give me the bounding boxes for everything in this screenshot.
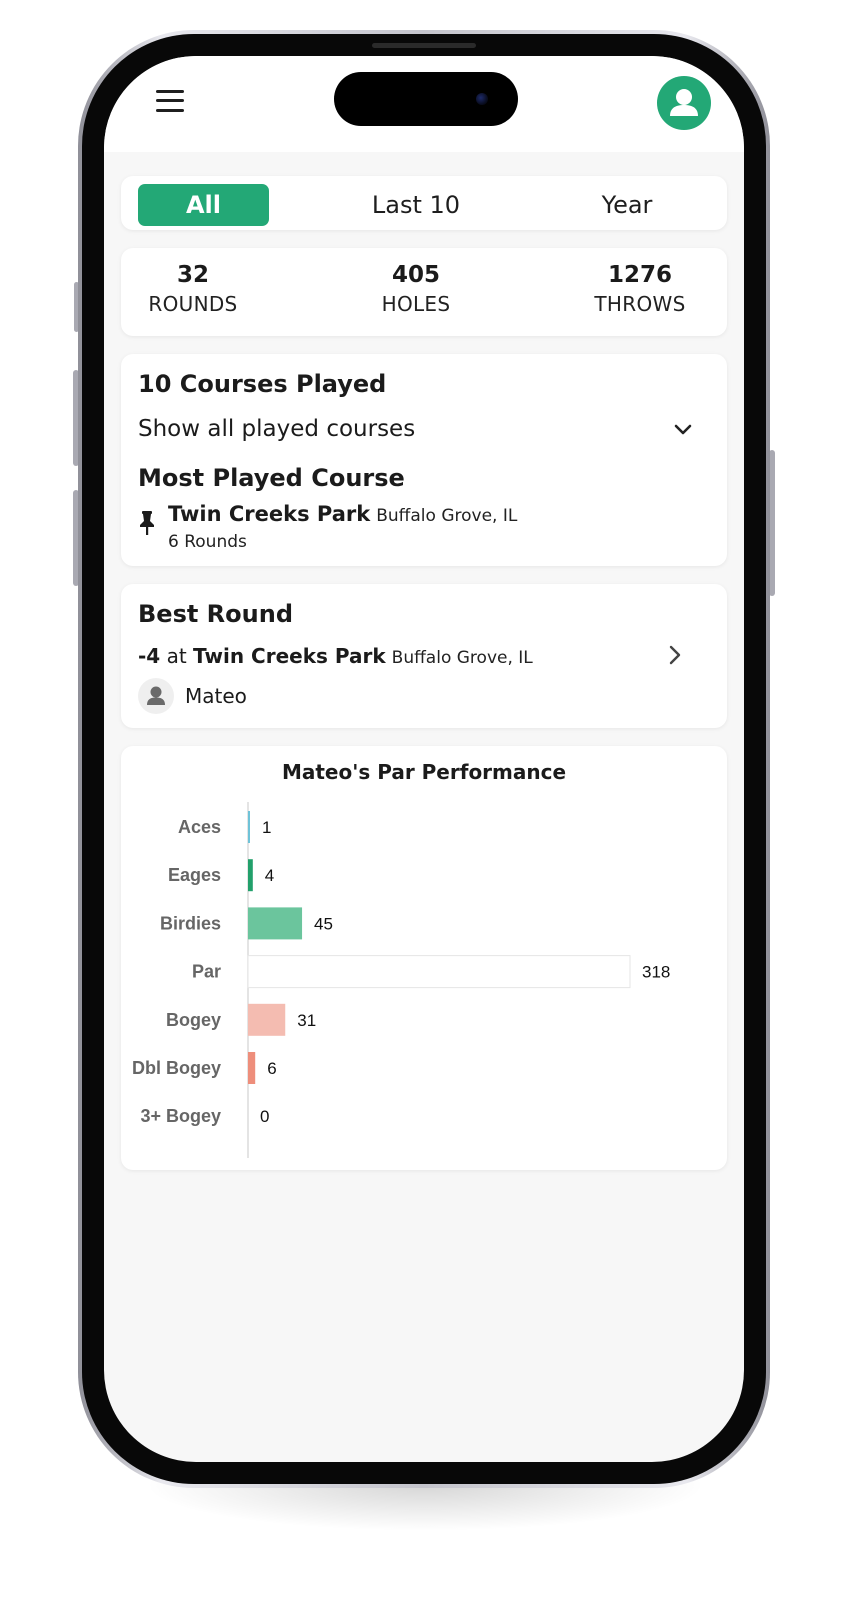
stat-value: 1276 xyxy=(607,262,672,288)
courses-played-title: 10 Courses Played xyxy=(138,370,387,398)
bar xyxy=(247,955,631,989)
bar xyxy=(248,1052,256,1084)
hamburger-icon[interactable] xyxy=(156,88,184,114)
category-label: Eages xyxy=(168,865,221,885)
front-camera xyxy=(476,93,488,105)
chevron-right-icon[interactable] xyxy=(665,644,685,666)
value-label: 1 xyxy=(262,818,271,837)
best-round-connector: at xyxy=(166,644,187,668)
value-label: 45 xyxy=(314,914,333,933)
value-label: 4 xyxy=(265,866,274,885)
bar xyxy=(248,811,250,843)
best-round-course: Twin Creeks Park xyxy=(193,644,386,668)
phone-screen: All Last 10 Year 32 ROUNDS 405 HOLES 127… xyxy=(104,56,744,1462)
courses-card: 10 Courses Played Show all played course… xyxy=(121,354,727,566)
category-label: 3+ Bogey xyxy=(140,1106,221,1126)
stat-label: HOLES xyxy=(381,292,451,316)
best-round-score: -4 xyxy=(138,644,161,668)
best-round-summary: -4 at Twin Creeks Park Buffalo Grove, IL xyxy=(138,644,533,668)
course-name: Twin Creeks Park xyxy=(168,502,371,526)
stat-holes: 405 HOLES xyxy=(326,262,506,316)
tab-all[interactable]: All xyxy=(138,184,269,226)
most-played-course[interactable]: Twin Creeks Park Buffalo Grove, IL xyxy=(168,502,517,526)
avatar xyxy=(138,678,174,714)
par-performance-bars: Aces 1 Eages 4 Birdies 45 Par 318 Bogey 31 Dbl Bog… xyxy=(132,802,670,1158)
stat-rounds: 32 ROUNDS xyxy=(104,262,283,316)
course-rounds-count: 6 Rounds xyxy=(168,532,247,552)
profile-button[interactable] xyxy=(657,76,711,130)
category-label: Aces xyxy=(178,817,221,837)
player-name: Mateo xyxy=(185,684,247,708)
bar xyxy=(248,907,303,940)
best-round-card[interactable]: Best Round -4 at Twin Creeks Park Buffalo… xyxy=(121,584,727,728)
category-label: Dbl Bogey xyxy=(132,1058,221,1078)
stats-summary: 32 ROUNDS 405 HOLES 1276 THROWS xyxy=(121,248,727,336)
user-icon xyxy=(147,686,165,705)
category-label: Birdies xyxy=(160,913,221,933)
dynamic-island xyxy=(334,72,518,126)
value-label: 31 xyxy=(297,1011,316,1030)
best-round-heading: Best Round xyxy=(138,600,294,628)
stat-label: ROUNDS xyxy=(148,292,238,316)
stat-throws: 1276 THROWS xyxy=(550,262,730,316)
course-location: Buffalo Grove, IL xyxy=(376,506,518,526)
earpiece-speaker xyxy=(372,43,476,48)
value-label: 318 xyxy=(642,963,670,982)
par-performance-chart: Mateo's Par Performance Aces 1 Eages 4 Birdi… xyxy=(121,746,727,1170)
time-filter-tabs: All Last 10 Year xyxy=(121,176,727,230)
tab-last-10[interactable]: Last 10 xyxy=(351,184,481,226)
value-label: 0 xyxy=(260,1107,269,1126)
user-icon xyxy=(670,89,698,116)
stat-value: 32 xyxy=(176,262,209,288)
tab-year[interactable]: Year xyxy=(577,184,677,226)
bar xyxy=(248,859,253,892)
best-round-location: Buffalo Grove, IL xyxy=(391,648,533,668)
chevron-down-icon[interactable] xyxy=(673,420,693,440)
bar xyxy=(248,1003,286,1036)
stat-value: 405 xyxy=(391,262,440,288)
category-label: Bogey xyxy=(166,1010,221,1030)
most-played-heading: Most Played Course xyxy=(138,464,405,492)
chart-title: Mateo's Par Performance xyxy=(281,760,567,784)
category-label: Par xyxy=(192,962,221,982)
show-all-courses-toggle[interactable]: Show all played courses xyxy=(138,416,415,442)
stat-label: THROWS xyxy=(594,292,686,316)
pin-icon xyxy=(140,511,154,535)
value-label: 6 xyxy=(267,1059,276,1078)
